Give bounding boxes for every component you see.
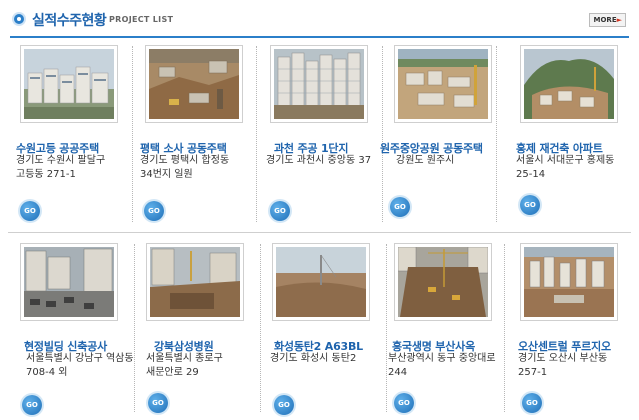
bullet-icon — [14, 14, 24, 24]
project-address: 부산광역시 동구 중앙대로 244 — [388, 353, 496, 378]
project-photo[interactable] — [394, 45, 492, 123]
go-button[interactable]: GO — [270, 201, 290, 221]
column-divider — [386, 244, 387, 412]
hillside-site-photo — [524, 49, 614, 119]
go-button[interactable]: GO — [522, 393, 542, 413]
go-button[interactable]: GO — [394, 393, 414, 413]
aerial-complex-photo — [524, 247, 614, 317]
project-card: 흥국생명 부산사옥 부산광역시 동구 중앙대로 244 GO — [388, 240, 505, 420]
section-header: 실적수주현황 PROJECT LIST MORE► — [0, 0, 639, 38]
project-card: 수원고등 공공주택 경기도 수원시 팔달구 고등동 271-1 GO — [16, 42, 133, 230]
project-row-1: 수원고등 공공주택 경기도 수원시 팔달구 고등동 271-1 GO 평택 소사… — [0, 42, 639, 230]
excavation-site-photo — [149, 49, 239, 119]
project-address: 서울시 서대문구 홍제동 25-14 — [516, 155, 615, 180]
project-card: 홍제 재건축 아파트 서울시 서대문구 홍제동 25-14 GO — [516, 42, 628, 230]
go-button[interactable]: GO — [20, 201, 40, 221]
project-photo[interactable] — [146, 243, 244, 321]
apartment-complex-photo — [24, 49, 114, 119]
project-photo[interactable] — [145, 45, 243, 123]
project-address: 경기도 화성시 동탄2 — [270, 353, 357, 364]
project-address: 강원도 원주시 — [396, 155, 455, 166]
project-card: 과천 주공 1단지 경기도 과천시 중앙동 37 GO — [266, 42, 383, 230]
project-photo[interactable] — [20, 45, 118, 123]
project-photo[interactable] — [270, 45, 368, 123]
project-card: 강북삼성병원 서울특별시 종로구 새문안로 29 GO — [144, 240, 261, 420]
row-divider — [8, 232, 631, 233]
open-field-photo — [276, 247, 366, 317]
go-button[interactable]: GO — [144, 201, 164, 221]
project-address: 서울특별시 강남구 역삼동 708-4 외 — [26, 353, 134, 378]
more-label: MORE — [593, 16, 617, 24]
project-card: 화성동탄2 A63BL 경기도 화성시 동탄2 GO — [270, 240, 387, 420]
column-divider — [504, 244, 505, 412]
project-card: 평택 소사 공동주택 경기도 평택시 합정동 34번지 일원 GO — [140, 42, 257, 230]
header-rule — [10, 36, 629, 38]
go-button[interactable]: GO — [390, 197, 410, 217]
project-address: 경기도 평택시 합정동 34번지 일원 — [140, 155, 230, 180]
project-address: 서울특별시 종로구 새문안로 29 — [146, 353, 223, 378]
project-address: 경기도 수원시 팔달구 고등동 271-1 — [16, 155, 106, 180]
highrise-towers-photo — [274, 49, 364, 119]
project-card: 원주중앙공원 공동주택 강원도 원주시 GO — [380, 42, 497, 230]
urban-lot-photo — [24, 247, 114, 317]
project-photo[interactable] — [272, 243, 370, 321]
project-photo[interactable] — [394, 243, 492, 321]
project-row-2: 현정빌딩 신축공사 서울특별시 강남구 역삼동 708-4 외 GO 강북삼성병… — [0, 240, 639, 420]
column-divider — [132, 46, 133, 222]
column-divider — [256, 46, 257, 222]
go-button[interactable]: GO — [520, 195, 540, 215]
arrow-right-icon: ► — [616, 16, 622, 24]
hospital-site-photo — [150, 247, 240, 317]
go-button[interactable]: GO — [274, 395, 294, 415]
column-divider — [260, 244, 261, 412]
project-photo[interactable] — [20, 243, 118, 321]
project-address: 경기도 과천시 중앙동 37 — [266, 155, 372, 166]
project-address: 경기도 오산시 부산동 257-1 — [518, 353, 608, 378]
deep-excavation-photo — [398, 247, 488, 317]
go-button[interactable]: GO — [148, 393, 168, 413]
column-divider — [496, 46, 497, 222]
column-divider — [134, 244, 135, 412]
section-title: 실적수주현황 — [32, 13, 107, 29]
more-button[interactable]: MORE► — [588, 13, 626, 27]
go-button[interactable]: GO — [22, 395, 42, 415]
project-photo[interactable] — [520, 243, 618, 321]
foundation-site-photo — [398, 49, 488, 119]
project-card: 오산센트럴 푸르지오 경기도 오산시 부산동 257-1 GO — [516, 240, 628, 420]
project-photo[interactable] — [520, 45, 618, 123]
section-subtitle: PROJECT LIST — [109, 15, 174, 24]
project-card: 현정빌딩 신축공사 서울특별시 강남구 역삼동 708-4 외 GO — [18, 240, 135, 420]
